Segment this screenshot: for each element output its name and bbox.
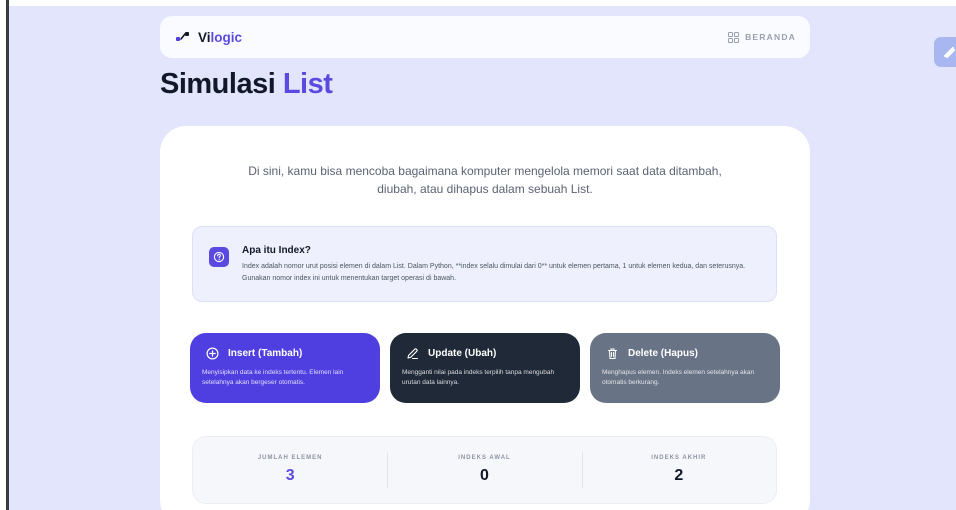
stat-last-index-label: INDEKS AKHIR [651, 455, 707, 461]
intro-line-2: diubah, atau dihapus dalam sebuah List. [377, 182, 593, 196]
window-left-edge [0, 0, 9, 510]
insert-action-card[interactable]: Insert (Tambah) Menyisipkan data ke inde… [190, 333, 380, 403]
stat-last-index: INDEKS AKHIR 2 [581, 437, 776, 503]
simulation-card: Di sini, kamu bisa mencoba bagaimana kom… [160, 126, 810, 510]
page-title-main: Simulasi [160, 68, 276, 100]
home-label: BERANDA [745, 32, 796, 42]
info-text: Index adalah nomor urut posisi elemen di… [242, 263, 746, 282]
brand-name: Vilogic [198, 30, 242, 45]
update-action-card[interactable]: Update (Ubah) Mengganti nilai pada indek… [390, 333, 580, 403]
brand[interactable]: Vilogic [175, 30, 242, 45]
delete-action-card[interactable]: Delete (Hapus) Menghapus elemen. Indeks … [590, 333, 780, 403]
update-title: Update (Ubah) [428, 348, 497, 359]
delete-action-header: Delete (Hapus) [606, 347, 698, 360]
home-link[interactable]: BERANDA [728, 31, 796, 43]
stat-element-count-value: 3 [285, 467, 295, 484]
plus-circle-icon [206, 347, 219, 360]
delete-description: Menghapus elemen. Indeks elemen setelahn… [602, 369, 755, 386]
update-action-header: Update (Ubah) [406, 347, 496, 360]
stat-element-count: JUMLAH ELEMEN 3 [193, 437, 387, 503]
question-circle-icon [213, 251, 225, 263]
stat-element-count-label: JUMLAH ELEMEN [257, 455, 323, 461]
insert-description: Menyisipkan data ke indeks tertentu. Ele… [202, 369, 344, 386]
info-icon-badge [209, 247, 229, 267]
stat-first-index-label: INDEKS AWAL [458, 455, 511, 461]
list-stats-panel: JUMLAH ELEMEN 3 INDEKS AWAL 0 INDEKS AKH… [192, 436, 777, 504]
brand-accent: logic [210, 29, 243, 45]
stat-first-index: INDEKS AWAL 0 [387, 437, 581, 503]
intro-line-1: Di sini, kamu bisa mencoba bagaimana kom… [248, 164, 722, 178]
top-navbar: Vilogic BERANDA [160, 16, 810, 58]
vilogic-logo-icon [176, 32, 189, 41]
lightning-icon [943, 46, 956, 59]
update-description: Mengganti nilai pada indeks terpilih tan… [402, 369, 555, 386]
insert-action-header: Insert (Tambah) [206, 347, 302, 360]
grid-icon [728, 31, 740, 43]
page-title: Simulasi List [160, 68, 333, 101]
intro-text: Di sini, kamu bisa mencoba bagaimana kom… [160, 162, 810, 198]
floating-extension-button[interactable] [934, 37, 956, 67]
page-title-accent: List [282, 68, 333, 100]
brand-prefix: Vi [198, 29, 211, 45]
delete-title: Delete (Hapus) [628, 348, 699, 359]
window-top-strip [9, 0, 956, 6]
info-title: Apa itu Index? [242, 245, 311, 256]
pencil-icon [407, 348, 419, 360]
trash-icon [607, 348, 618, 360]
index-info-box: Apa itu Index? Index adalah nomor urut p… [192, 226, 777, 302]
stat-first-index-value: 0 [480, 467, 489, 484]
insert-title: Insert (Tambah) [228, 348, 303, 359]
stat-last-index-value: 2 [674, 467, 684, 484]
